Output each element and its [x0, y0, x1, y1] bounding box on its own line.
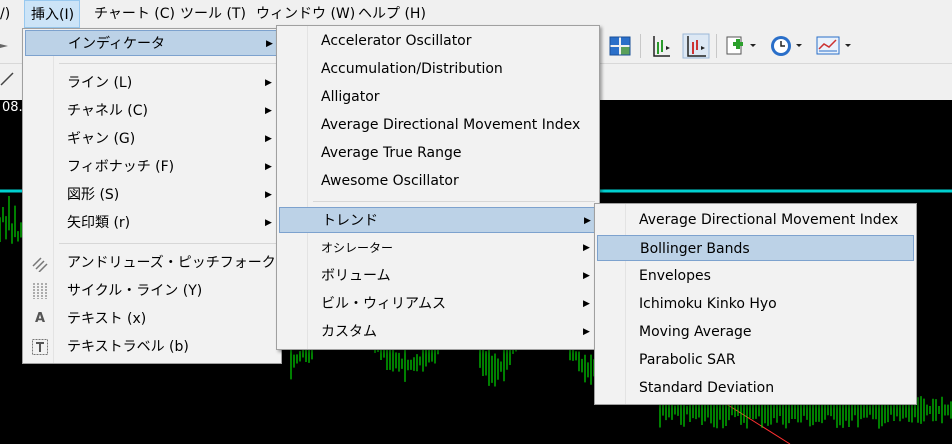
- submenu-arrow-icon: ▶: [265, 106, 272, 116]
- menu-item-standard-deviation[interactable]: Standard Deviation: [597, 375, 914, 401]
- line-tool-icon[interactable]: [0, 68, 16, 88]
- menu-item-trend[interactable]: トレンド ▶: [279, 207, 597, 233]
- submenu-arrow-icon: ▶: [265, 218, 272, 228]
- menu-item-envelopes[interactable]: Envelopes: [597, 263, 914, 289]
- menu-chart[interactable]: チャート (C): [94, 0, 175, 28]
- trend-menu: Average Directional Movement Index Bolli…: [594, 203, 917, 405]
- menu-item-average-true-range[interactable]: Average True Range: [279, 140, 597, 166]
- toolbar-partial-icon[interactable]: [0, 32, 12, 60]
- menu-item-parabolic-sar[interactable]: Parabolic SAR: [597, 347, 914, 373]
- text-label-icon: [32, 339, 48, 355]
- pitchfork-icon: [32, 257, 48, 272]
- auto-scroll-icon[interactable]: [682, 32, 710, 60]
- menu-item-fibonacci[interactable]: フィボナッチ (F) ▶: [25, 154, 279, 180]
- insert-menu: インディケータ ▶ ライン (L) ▶ チャネル (C) ▶ ギャン (G) ▶…: [22, 28, 301, 364]
- menu-file-partial[interactable]: /): [0, 0, 14, 28]
- menu-item-moving-average[interactable]: Moving Average: [597, 319, 914, 345]
- submenu-arrow-icon: ▶: [583, 243, 590, 253]
- menu-window[interactable]: ウィンドウ (W): [256, 0, 355, 28]
- menu-item-accelerator-oscillator[interactable]: Accelerator Oscillator: [279, 28, 597, 54]
- menu-item-gann[interactable]: ギャン (G) ▶: [25, 126, 279, 152]
- menu-item-ichimoku[interactable]: Ichimoku Kinko Hyo: [597, 291, 914, 317]
- submenu-arrow-icon: ▶: [583, 271, 590, 281]
- chart-shift-icon[interactable]: [648, 32, 674, 60]
- submenu-arrow-icon: ▶: [265, 134, 272, 144]
- menu-help[interactable]: ヘルプ (H): [358, 0, 426, 28]
- menu-item-arrows[interactable]: 矢印類 (r) ▶: [25, 210, 279, 236]
- menu-item-bollinger-bands[interactable]: Bollinger Bands: [597, 235, 914, 261]
- menu-item-volumes[interactable]: ボリューム ▶: [279, 263, 597, 289]
- templates-icon[interactable]: [814, 32, 856, 60]
- cycle-lines-icon: [33, 283, 47, 299]
- periods-clock-icon[interactable]: [768, 32, 808, 60]
- indicators-menu: Accelerator Oscillator Accumulation/Dist…: [276, 25, 600, 350]
- menu-item-admi[interactable]: Average Directional Movement Index: [279, 112, 597, 138]
- menu-tools[interactable]: ツール (T): [180, 0, 246, 28]
- menu-item-alligator[interactable]: Alligator: [279, 84, 597, 110]
- menu-item-bill-williams[interactable]: ビル・ウィリアムス ▶: [279, 291, 597, 317]
- menu-item-text-label[interactable]: テキストラベル (b): [25, 334, 279, 360]
- submenu-arrow-icon: ▶: [265, 190, 272, 200]
- menu-item-shapes[interactable]: 図形 (S) ▶: [25, 182, 279, 208]
- menu-item-accumulation-distribution[interactable]: Accumulation/Distribution: [279, 56, 597, 82]
- submenu-arrow-icon: ▶: [265, 78, 272, 88]
- text-icon: A: [34, 311, 46, 326]
- menu-item-awesome-oscillator[interactable]: Awesome Oscillator: [279, 168, 597, 194]
- menu-item-text[interactable]: A テキスト (x): [25, 306, 279, 332]
- submenu-arrow-icon: ▶: [584, 216, 591, 226]
- menu-item-indicators[interactable]: インディケータ ▶: [25, 30, 279, 56]
- submenu-arrow-icon: ▶: [265, 162, 272, 172]
- tile-windows-icon[interactable]: [608, 32, 632, 60]
- indicators-list-icon[interactable]: [724, 32, 760, 60]
- menu-item-oscillators[interactable]: オシレーター ▶: [279, 235, 597, 261]
- menu-item-lines[interactable]: ライン (L) ▶: [25, 70, 279, 96]
- submenu-arrow-icon: ▶: [266, 39, 273, 49]
- menu-item-channels[interactable]: チャネル (C) ▶: [25, 98, 279, 124]
- submenu-arrow-icon: ▶: [583, 299, 590, 309]
- submenu-arrow-icon: ▶: [583, 327, 590, 337]
- menu-item-custom[interactable]: カスタム ▶: [279, 319, 597, 345]
- menu-item-andrews-pitchfork[interactable]: アンドリューズ・ピッチフォーク (A): [25, 250, 301, 276]
- menu-item-cycle-lines[interactable]: サイクル・ライン (Y): [25, 278, 279, 304]
- menu-item-trend-admi[interactable]: Average Directional Movement Index: [597, 207, 914, 233]
- menu-insert[interactable]: 挿入(I): [24, 0, 80, 28]
